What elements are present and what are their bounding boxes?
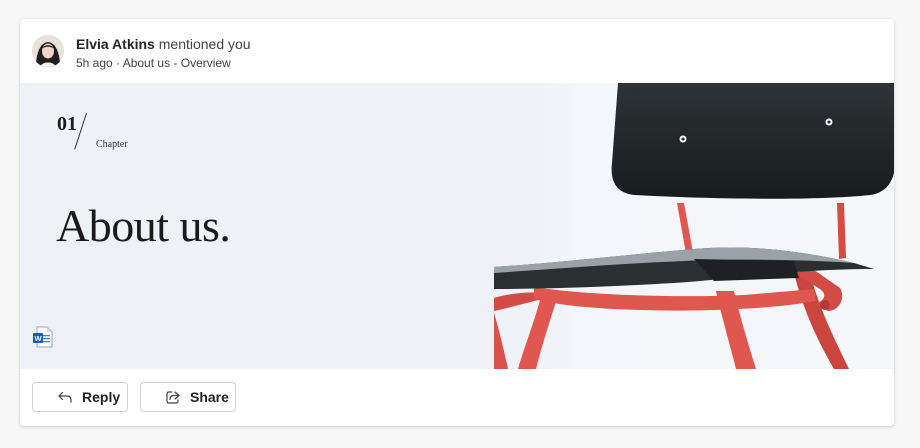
chapter-label: Chapter bbox=[96, 139, 128, 150]
share-label: Share bbox=[190, 389, 229, 405]
avatar[interactable] bbox=[32, 35, 64, 67]
document-preview[interactable]: 01 Chapter About us. W bbox=[20, 83, 894, 369]
reply-button[interactable]: Reply bbox=[32, 382, 128, 412]
mention-card[interactable]: Elvia Atkins mentioned you 5h ago · Abou… bbox=[20, 19, 894, 426]
share-icon bbox=[165, 389, 181, 405]
card-actions: Reply Share bbox=[20, 369, 894, 426]
action-text: mentioned you bbox=[158, 36, 251, 52]
card-header: Elvia Atkins mentioned you 5h ago · Abou… bbox=[20, 19, 894, 83]
chapter-number: 01 bbox=[57, 113, 77, 135]
author-name[interactable]: Elvia Atkins bbox=[76, 36, 155, 52]
svg-text:W: W bbox=[34, 334, 42, 343]
share-button[interactable]: Share bbox=[140, 382, 236, 412]
notification-text: Elvia Atkins mentioned you bbox=[76, 35, 251, 53]
reply-icon bbox=[57, 389, 73, 405]
word-doc-icon: W bbox=[32, 326, 54, 348]
notification-meta: 5h ago · About us - Overview bbox=[76, 56, 231, 70]
preview-title: About us. bbox=[56, 200, 231, 251]
chair-image bbox=[494, 83, 894, 369]
reply-label: Reply bbox=[82, 389, 121, 405]
